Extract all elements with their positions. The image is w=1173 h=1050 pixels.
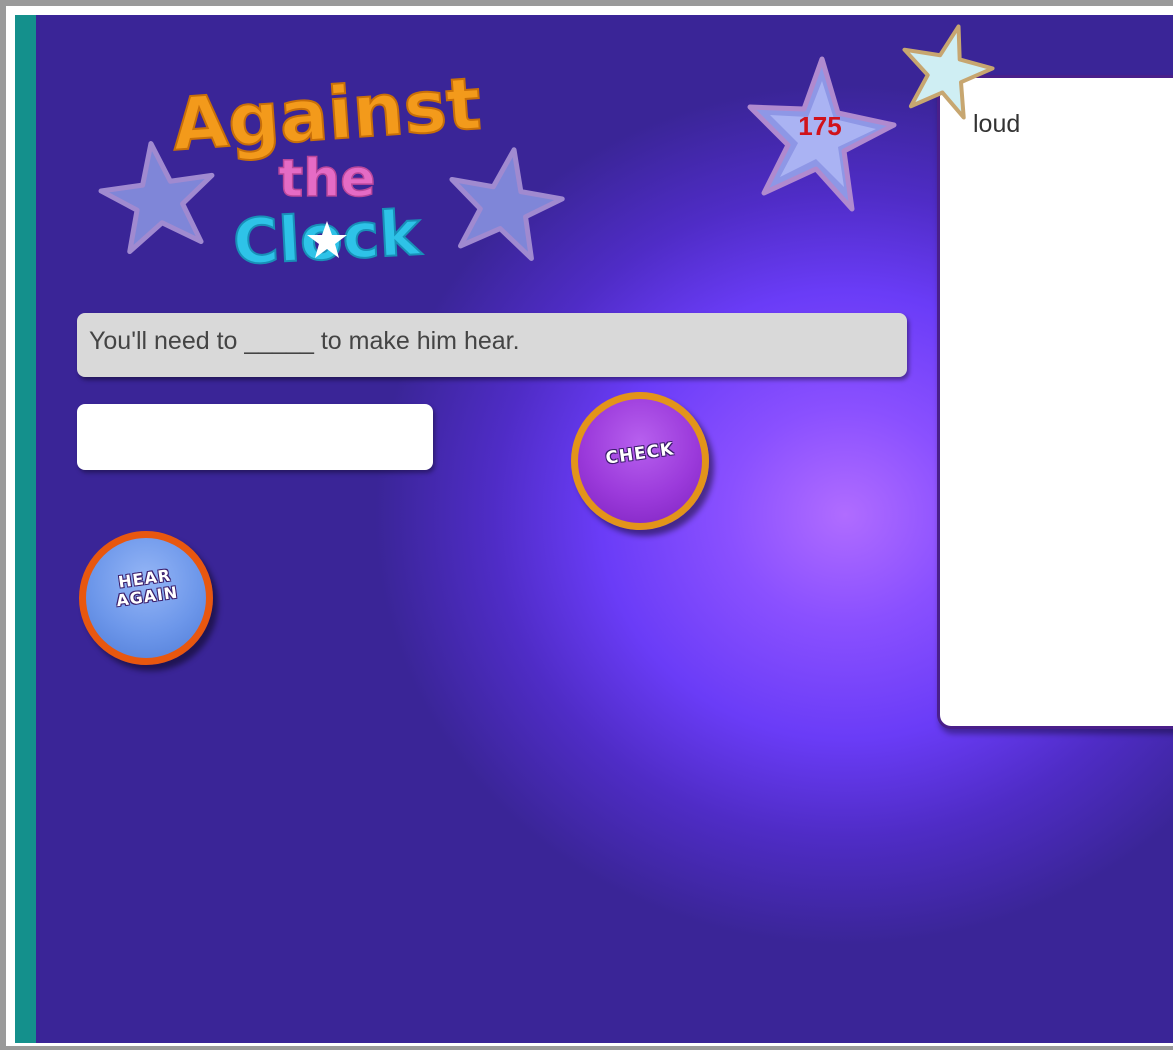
word-list-panel: loud <box>937 75 1173 729</box>
score-value: 175 <box>798 111 842 141</box>
check-button-label: CHECK <box>604 439 676 469</box>
corner-star-icon <box>902 24 995 120</box>
logo-star-right-icon <box>449 147 565 261</box>
left-edge-strip <box>15 15 36 1043</box>
question-text: You'll need to _____ to make him hear. <box>89 327 520 355</box>
hear-again-button[interactable]: HEAR AGAIN <box>79 531 213 665</box>
answer-input[interactable] <box>77 404 433 470</box>
question-sentence: You'll need to _____ to make him hear. <box>77 313 907 377</box>
game-stage: Against the Clock 175 loud You'll need t… <box>15 15 1173 1043</box>
against-the-clock-logo: Against the Clock <box>98 60 565 280</box>
check-button[interactable]: CHECK <box>571 392 709 530</box>
hear-again-label: HEAR AGAIN <box>84 562 208 614</box>
